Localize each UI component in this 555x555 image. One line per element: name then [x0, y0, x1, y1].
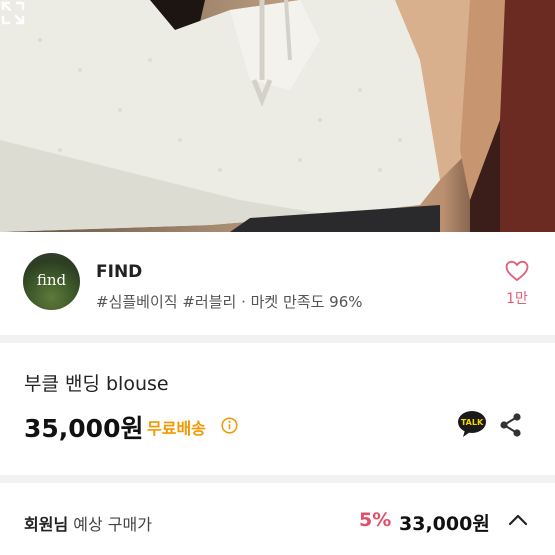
expand-icon[interactable] — [0, 0, 26, 26]
seller-row[interactable] — [0, 232, 555, 335]
like-count: 1만 — [506, 291, 528, 307]
member-price-value: 33,000원 — [399, 513, 490, 535]
member-label-rest: 예상 구매가 — [68, 515, 152, 534]
member-label-bold: 회원님 — [24, 515, 69, 534]
discount-percent: 5% — [359, 509, 392, 531]
avatar-text: find — [36, 271, 67, 289]
seller-tags: #심플베이직 #러블리 · 마켓 만족도 96% — [96, 293, 363, 311]
product-title: 부클 밴딩 blouse — [24, 373, 169, 395]
share-icon[interactable] — [498, 412, 524, 438]
seller-avatar[interactable]: find — [23, 253, 80, 310]
kakaotalk-icon[interactable]: TALK — [457, 410, 487, 438]
talk-label: TALK — [461, 418, 484, 427]
product-photo[interactable] — [0, 0, 555, 232]
info-icon[interactable] — [221, 417, 238, 434]
chevron-up-icon[interactable] — [507, 511, 529, 529]
section-divider-2 — [0, 475, 555, 483]
product-price: 35,000원 — [24, 414, 144, 443]
shipping-badge: 무료배송 — [147, 419, 206, 438]
section-divider — [0, 335, 555, 343]
seller-name[interactable]: FIND — [96, 262, 142, 282]
member-price-label: 회원님 예상 구매가 — [24, 511, 152, 535]
heart-icon[interactable] — [505, 260, 529, 282]
product-photo-illustration — [0, 0, 555, 232]
